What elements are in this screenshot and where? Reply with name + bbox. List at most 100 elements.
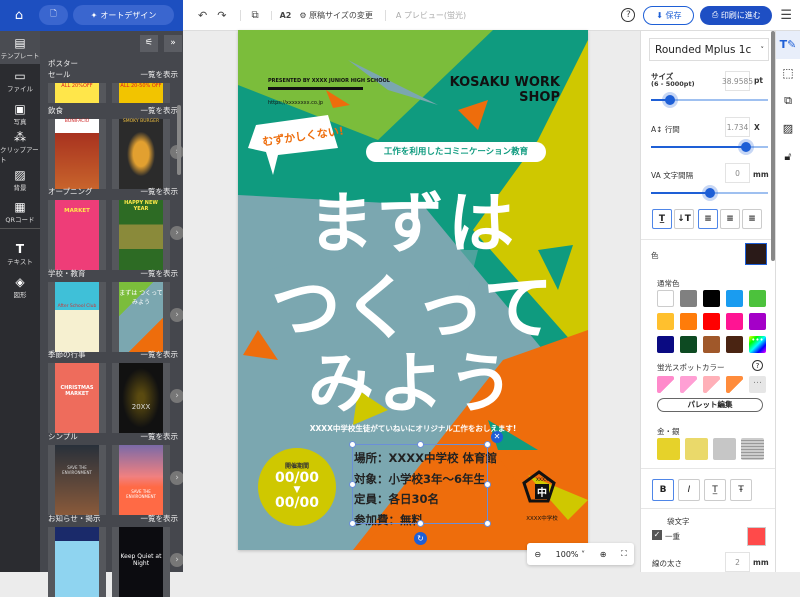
color-swatch[interactable] bbox=[703, 313, 720, 330]
template-thumb[interactable]: HAPPY NEW YEAR bbox=[112, 200, 170, 270]
zoom-out-icon[interactable]: ⊖ bbox=[534, 550, 541, 559]
letter-spacing-input[interactable]: 0 bbox=[725, 163, 750, 183]
show-all-link[interactable]: 一覧を表示 bbox=[141, 513, 179, 524]
filter-button[interactable]: ⚟ bbox=[140, 35, 158, 52]
italic-button[interactable]: I bbox=[678, 479, 700, 501]
zoom-level-select[interactable]: 100% ˅ bbox=[556, 550, 585, 559]
template-thumb[interactable]: MARKET bbox=[48, 200, 106, 270]
color-swatch[interactable] bbox=[703, 336, 720, 353]
color-swatch[interactable] bbox=[657, 290, 674, 307]
font-select[interactable]: Rounded Mplus 1c ˅ bbox=[649, 38, 769, 61]
next-arrow-button[interactable]: › bbox=[170, 389, 184, 403]
template-thumb[interactable]: まずは つくって みよう bbox=[112, 282, 170, 352]
next-arrow-button[interactable]: › bbox=[170, 226, 184, 240]
save-button[interactable]: ⬇ 保存 bbox=[643, 5, 695, 25]
color-swatch[interactable] bbox=[680, 313, 697, 330]
bold-button[interactable]: B bbox=[652, 479, 674, 501]
outline-color-swatch[interactable] bbox=[747, 527, 766, 546]
gold-matte-swatch[interactable] bbox=[685, 438, 708, 460]
bounds-tab[interactable]: ⬚ bbox=[776, 59, 800, 87]
template-thumb[interactable]: Keep Quiet at Night bbox=[112, 527, 170, 597]
align-right-button[interactable]: ≡ bbox=[742, 209, 762, 229]
rail-templates[interactable]: ▤ テンプレート bbox=[0, 31, 40, 64]
letter-spacing-slider[interactable] bbox=[651, 188, 768, 198]
resize-handle[interactable] bbox=[417, 441, 424, 448]
template-thumb[interactable]: SAVE THE ENVIRONMENT bbox=[48, 445, 106, 515]
template-thumb[interactable]: 20XX bbox=[112, 363, 170, 433]
fit-screen-icon[interactable]: ⛶ bbox=[621, 549, 627, 559]
resize-handle[interactable] bbox=[349, 441, 356, 448]
show-all-link[interactable]: 一覧を表示 bbox=[141, 349, 179, 360]
rail-photos[interactable]: ▣ 写真 bbox=[0, 97, 40, 130]
rail-qr[interactable]: ▦ QRコード bbox=[0, 196, 40, 229]
silver-swatch[interactable] bbox=[713, 438, 736, 460]
template-thumb[interactable]: ALL 20%OFF bbox=[48, 83, 106, 103]
current-color-swatch[interactable] bbox=[745, 243, 767, 265]
menu-icon[interactable]: ☰ bbox=[780, 8, 792, 23]
rail-shapes[interactable]: ◈ 図形 bbox=[0, 270, 40, 303]
resize-handle[interactable] bbox=[417, 520, 424, 527]
help-icon[interactable]: ? bbox=[621, 8, 636, 22]
color-swatch[interactable] bbox=[726, 290, 743, 307]
resize-handle[interactable] bbox=[484, 481, 491, 488]
color-swatch[interactable] bbox=[749, 290, 766, 307]
print-button[interactable]: ⎙ 印刷に進む bbox=[700, 5, 773, 25]
color-swatch[interactable] bbox=[726, 313, 743, 330]
resize-handle[interactable] bbox=[349, 481, 356, 488]
resize-handle[interactable] bbox=[484, 520, 491, 527]
rail-background[interactable]: ▨ 背景 bbox=[0, 163, 40, 196]
arrange-tab[interactable]: ⧉ bbox=[776, 87, 800, 115]
fluorescent-swatch[interactable] bbox=[703, 376, 720, 393]
effects-tab[interactable]: ▨ bbox=[776, 115, 800, 143]
size-slider[interactable] bbox=[651, 95, 768, 105]
strikethrough-button[interactable]: Ŧ bbox=[730, 479, 752, 501]
template-thumb[interactable]: CHRISTMAS MARKET bbox=[48, 363, 106, 433]
help-icon[interactable]: ? bbox=[752, 360, 763, 371]
template-thumb[interactable]: After School Club bbox=[48, 282, 106, 352]
new-document-button[interactable]: 🗋 bbox=[39, 5, 68, 25]
template-thumb[interactable]: SAVE THE ENVIRONMENT bbox=[112, 445, 170, 515]
resize-handle[interactable] bbox=[484, 441, 491, 448]
rotate-icon[interactable]: ↻ bbox=[414, 532, 427, 545]
rail-clipart[interactable]: ⁂ クリップアート bbox=[0, 130, 40, 164]
color-swatch[interactable] bbox=[657, 313, 674, 330]
align-center-button[interactable]: ≡ bbox=[720, 209, 740, 229]
text-edit-tab[interactable]: T✎ bbox=[776, 31, 800, 59]
line-height-slider[interactable] bbox=[651, 142, 768, 152]
zoom-in-icon[interactable]: ⊕ bbox=[600, 550, 607, 559]
poster[interactable]: PRESENTED BY XXXX JUNIOR HIGH SCHOOL htt… bbox=[238, 30, 588, 550]
color-swatch[interactable] bbox=[749, 313, 766, 330]
duplicate-icon[interactable]: ⧉ bbox=[240, 9, 259, 21]
single-outline-checkbox[interactable]: ✓ bbox=[652, 530, 662, 540]
fluorescent-swatch[interactable] bbox=[680, 376, 697, 393]
template-scrollbar[interactable] bbox=[177, 105, 181, 175]
preview-button[interactable]: A プレビュー(蛍光) bbox=[384, 9, 466, 21]
change-size-button[interactable]: ⚙ 原稿サイズの変更 bbox=[299, 10, 372, 21]
color-swatch[interactable] bbox=[703, 290, 720, 307]
redo-icon[interactable]: ↷ bbox=[217, 9, 226, 22]
color-swatch[interactable] bbox=[726, 336, 743, 353]
lock-tab[interactable]: 🔓︎ bbox=[776, 143, 800, 171]
more-colors-button[interactable]: ••• bbox=[749, 336, 766, 353]
show-all-link[interactable]: 一覧を表示 bbox=[141, 268, 179, 279]
color-swatch[interactable] bbox=[680, 336, 697, 353]
size-input[interactable]: 38.9585 bbox=[722, 71, 753, 91]
next-arrow-button[interactable]: › bbox=[170, 308, 184, 322]
template-thumb[interactable]: SMOKY BURGER bbox=[112, 119, 170, 189]
more-fluorescent-button[interactable]: … bbox=[749, 376, 766, 393]
template-thumb[interactable]: ALL 20-50% OFF bbox=[112, 83, 170, 103]
silver-line-swatch[interactable] bbox=[741, 438, 764, 460]
color-swatch[interactable] bbox=[657, 336, 674, 353]
show-all-link[interactable]: 一覧を表示 bbox=[141, 431, 179, 442]
next-arrow-button[interactable]: › bbox=[170, 471, 184, 485]
resize-handle[interactable] bbox=[349, 520, 356, 527]
show-all-link[interactable]: 一覧を表示 bbox=[141, 69, 179, 80]
delete-icon[interactable]: ✕ bbox=[491, 431, 503, 443]
show-all-link[interactable]: 一覧を表示 bbox=[141, 105, 179, 116]
collapse-panel-button[interactable]: » bbox=[164, 35, 182, 52]
rail-text[interactable]: T テキスト bbox=[0, 237, 40, 270]
next-arrow-button[interactable]: › bbox=[170, 553, 184, 567]
horizontal-text-button[interactable]: T̲ bbox=[652, 209, 672, 229]
template-thumb[interactable]: BONIFACIO bbox=[48, 119, 106, 189]
selection-box[interactable]: ✕ ↻ bbox=[349, 431, 503, 545]
